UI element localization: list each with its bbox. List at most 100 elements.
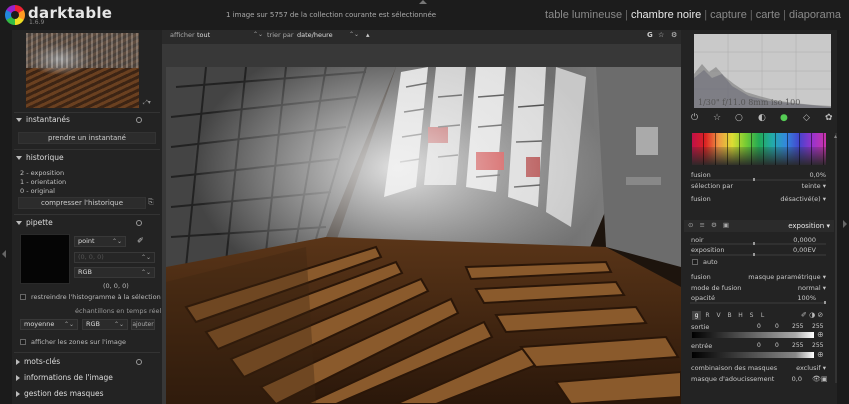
filter-select[interactable]: tout	[197, 31, 210, 39]
channel-tab-hue[interactable]: H	[736, 311, 745, 320]
channel-tab-green[interactable]: V	[714, 311, 723, 320]
copy-icon[interactable]: ⎘	[148, 198, 154, 207]
sort-chevron-icon[interactable]: ⌃⌄	[349, 31, 359, 38]
output-label: sortie	[691, 323, 710, 331]
feather-value[interactable]: 0,0	[782, 375, 802, 383]
sample-model-select[interactable]: RGB ⌃⌄	[82, 319, 128, 330]
favorites-star-icon[interactable]: ☆	[713, 113, 721, 123]
exposure-slider[interactable]	[690, 253, 826, 256]
app-version: 1.6.9	[29, 19, 45, 26]
filter-chevron-icon[interactable]: ⌃⌄	[253, 31, 263, 38]
right-scrollbar[interactable]	[835, 133, 837, 383]
show-all-areas-label: afficher les zones sur l'image	[31, 338, 126, 346]
view-map[interactable]: carte	[756, 9, 780, 21]
main-image-canvas[interactable]	[166, 67, 681, 404]
fusion-value[interactable]: désactivé(e) ▾	[760, 195, 826, 203]
channel-tab-gray[interactable]: g	[692, 311, 701, 320]
sort-select[interactable]: date/heure	[297, 31, 333, 39]
output-gradient-slider[interactable]	[692, 332, 814, 338]
feather-label: masque d'adoucissement	[691, 375, 775, 383]
hue-mask-grid[interactable]	[692, 133, 826, 165]
gear-icon[interactable]	[136, 220, 142, 226]
exif-info: 1/30" f/11.0 8mm iso 100	[698, 98, 801, 107]
module-title: exposition	[788, 222, 825, 230]
correct-group-icon[interactable]: ◇	[803, 113, 810, 123]
filter-label: afficher	[170, 31, 195, 39]
collapse-left-icon[interactable]	[2, 250, 6, 258]
module-icons[interactable]: ⊙ ≡ ⚙ ▣	[688, 221, 731, 229]
blend-mode-value[interactable]: normal ▾	[770, 284, 826, 292]
show-all-areas-checkbox[interactable]	[20, 339, 26, 345]
view-slideshow[interactable]: diaporama	[789, 9, 841, 21]
input-gradient-slider[interactable]	[692, 352, 814, 358]
channel-tab-saturation[interactable]: S	[747, 311, 756, 320]
history-header[interactable]: historique	[16, 153, 64, 162]
scroll-up-icon[interactable]: ▴	[834, 133, 837, 140]
sample-stat-select[interactable]: moyenne ⌃⌄	[20, 319, 78, 330]
sort-order-icon[interactable]: ▴	[366, 31, 370, 39]
blend-mask-value[interactable]: masque paramétrique ▾	[730, 273, 826, 281]
color-group-icon[interactable]: ●	[780, 113, 788, 123]
picker-icon[interactable]: ✐ ◑ ⊘	[801, 311, 823, 319]
mask-display-icon[interactable]: 👁▣	[812, 375, 828, 383]
blend-mask-label: fusion	[691, 273, 711, 281]
image-info-header[interactable]: informations de l'image	[16, 373, 113, 382]
exposure-module-header[interactable]: ⊙ ≡ ⚙ ▣ exposition ▾	[684, 220, 834, 232]
add-sample-button[interactable]: ajouter	[131, 319, 155, 330]
live-samples-label: échantillons en temps réel	[75, 307, 162, 315]
grouping-button[interactable]: G	[647, 31, 653, 39]
histogram[interactable]: 1/30" f/11.0 8mm iso 100	[694, 34, 831, 108]
history-item[interactable]: 1 - orientation	[20, 178, 66, 186]
picker-icon[interactable]: ✐	[137, 236, 144, 245]
view-lighttable[interactable]: table lumineuse	[545, 9, 622, 21]
opacity-slider[interactable]	[690, 301, 826, 304]
gear-icon[interactable]	[136, 359, 142, 365]
blend-mode-label: mode de fusion	[691, 284, 742, 292]
compress-history-button[interactable]: compresser l'historique	[18, 197, 146, 209]
picker-color-model-select[interactable]: RGB ⌃⌄	[74, 267, 155, 278]
collapsed-icon	[16, 358, 20, 365]
right-panel-toggle[interactable]	[837, 30, 849, 404]
view-darkroom[interactable]: chambre noire	[631, 9, 701, 21]
invert-icon[interactable]: ⊕	[817, 350, 824, 359]
star-icon[interactable]: ☆	[658, 31, 664, 39]
opacity-value[interactable]: 100%	[780, 294, 816, 302]
history-item[interactable]: 0 - original	[20, 187, 55, 195]
church-photo	[166, 67, 681, 404]
snapshots-header[interactable]: instantanés	[16, 115, 70, 124]
fusion-label: fusion	[691, 195, 711, 203]
sort-label: trier par	[267, 31, 294, 39]
black-slider[interactable]	[690, 242, 826, 245]
opacity-label: opacité	[691, 294, 716, 302]
picker-mode-select[interactable]: point ⌃⌄	[74, 236, 126, 247]
take-snapshot-button[interactable]: prendre un instantané	[18, 132, 156, 144]
combine-masks-value[interactable]: exclusif ▾	[780, 364, 826, 372]
history-item[interactable]: 2 - exposition	[20, 169, 64, 177]
navigator-thumbnail[interactable]	[26, 33, 139, 108]
channel-tab-blue[interactable]: B	[725, 311, 734, 320]
view-switcher: table lumineuse | chambre noire | capture | ca…	[545, 9, 841, 21]
masks-header[interactable]: gestion des masques	[16, 389, 104, 398]
invert-icon[interactable]: ⊕	[817, 330, 824, 339]
exposure-value[interactable]: 0,00EV	[780, 246, 816, 254]
select-by-value[interactable]: teinte ▾	[770, 182, 826, 190]
gear-icon[interactable]	[136, 117, 142, 123]
blend-value[interactable]: 0,0%	[780, 171, 826, 179]
blend-slider[interactable]	[690, 178, 826, 181]
restrict-histogram-checkbox[interactable]	[20, 294, 26, 300]
collapse-right-icon[interactable]	[843, 220, 847, 228]
channel-tab-red[interactable]: R	[703, 311, 712, 320]
channel-tab-lightness[interactable]: L	[758, 311, 767, 320]
effect-group-icon[interactable]: ✿	[825, 113, 833, 123]
navigator-zoom[interactable]: ⤢▾	[143, 99, 151, 107]
basic-group-icon[interactable]: ○	[735, 113, 743, 123]
gear-icon[interactable]: ⚙	[671, 31, 677, 39]
power-icon[interactable]: ⏻	[691, 113, 698, 123]
picker-header[interactable]: pipette	[16, 218, 53, 227]
left-panel-toggle[interactable]	[0, 30, 12, 404]
view-tethering[interactable]: capture	[710, 9, 747, 21]
top-panel-collapse-icon[interactable]	[419, 0, 427, 4]
tags-header[interactable]: mots-clés	[16, 357, 60, 366]
tone-group-icon[interactable]: ◐	[758, 113, 766, 123]
auto-checkbox[interactable]	[692, 259, 698, 265]
